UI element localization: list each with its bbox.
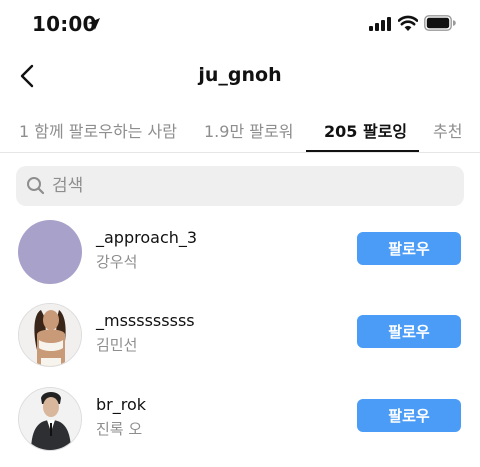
follow-button[interactable]: 팔로우 <box>357 232 461 265</box>
list-item: _approach_3 강우석 팔로우 <box>0 216 480 300</box>
full-name: 진록 오 <box>96 420 143 438</box>
search-input[interactable] <box>52 166 452 206</box>
profile-photo-icon <box>19 388 81 450</box>
tab-suggested[interactable]: 추천 <box>433 118 462 142</box>
cellular-signal-icon <box>369 17 391 31</box>
profile-photo-icon <box>19 304 81 366</box>
username[interactable]: br_rok <box>96 395 146 414</box>
profile-header: ju_gnoh <box>0 50 480 102</box>
tab-followers[interactable]: 1.9만 팔로워 <box>204 118 293 142</box>
search-icon <box>27 177 45 195</box>
battery-icon <box>424 15 456 31</box>
page-title: ju_gnoh <box>198 64 282 86</box>
follow-tabs: 1 함께 팔로우하는 사람 1.9만 팔로워 205 팔로잉 추천 <box>0 104 480 153</box>
avatar[interactable] <box>18 387 82 451</box>
tab-following[interactable]: 205 팔로잉 <box>324 118 407 142</box>
wifi-icon <box>398 15 418 31</box>
full-name: 김민선 <box>96 336 138 354</box>
follow-button[interactable]: 팔로우 <box>357 315 461 348</box>
username[interactable]: _approach_3 <box>96 228 197 247</box>
location-arrow-icon <box>88 18 100 30</box>
status-bar: 10:00 <box>0 0 480 50</box>
full-name: 강우석 <box>96 253 138 271</box>
search-bar[interactable] <box>16 166 464 206</box>
tab-mutual-followers[interactable]: 1 함께 팔로우하는 사람 <box>19 118 177 142</box>
avatar[interactable] <box>18 220 82 284</box>
username[interactable]: _msssssssss <box>96 311 195 330</box>
follow-button[interactable]: 팔로우 <box>357 399 461 432</box>
list-item: br_rok 진록 오 팔로우 <box>0 383 480 467</box>
active-tab-indicator <box>306 150 419 152</box>
list-item: _msssssssss 김민선 팔로우 <box>0 299 480 383</box>
avatar[interactable] <box>18 303 82 367</box>
